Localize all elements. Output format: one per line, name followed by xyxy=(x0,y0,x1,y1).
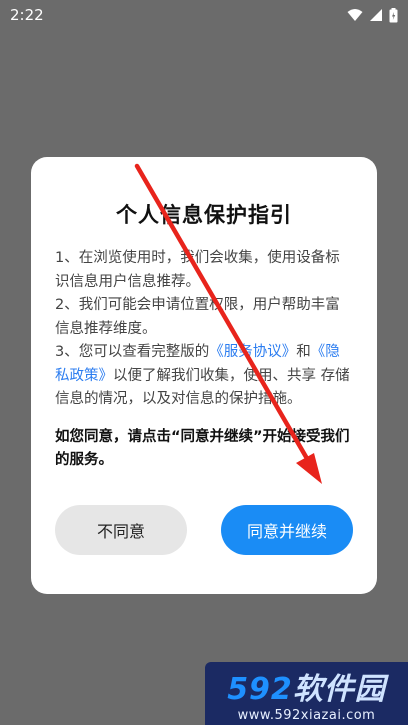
watermark-logo: 592软件园 xyxy=(227,672,386,707)
decline-button[interactable]: 不同意 xyxy=(55,505,187,555)
signal-icon xyxy=(369,8,383,22)
watermark-url: www.592xiazai.com xyxy=(237,708,376,723)
dialog-body: 1、在浏览使用时，我们会收集，使用设备标识信息用户信息推荐。 2、我们可能会申请… xyxy=(55,247,353,412)
wifi-icon xyxy=(347,8,363,22)
policy-item-3-and: 和 xyxy=(296,344,311,360)
status-icons xyxy=(347,7,398,23)
battery-icon xyxy=(389,7,398,23)
agree-continue-button[interactable]: 同意并继续 xyxy=(221,505,353,555)
status-bar: 2:22 xyxy=(0,0,408,30)
status-time: 2:22 xyxy=(10,6,44,24)
policy-item-3: 3、您可以查看完整版的《服务协议》和《隐私政策》以便了解我们收集，使用、共享 存… xyxy=(55,341,353,412)
dialog-buttons: 不同意 同意并继续 xyxy=(55,505,353,555)
site-watermark: 592软件园 www.592xiazai.com xyxy=(205,662,408,725)
policy-item-1: 1、在浏览使用时，我们会收集，使用设备标识信息用户信息推荐。 xyxy=(55,250,340,290)
policy-item-2: 2、我们可能会申请位置权限，用户帮助丰富信息推荐维度。 xyxy=(55,297,340,337)
consent-text: 如您同意，请点击“同意并继续”开始接受我们的服务。 xyxy=(55,428,350,469)
service-agreement-link[interactable]: 《服务协议》 xyxy=(209,344,296,360)
dialog-title: 个人信息保护指引 xyxy=(116,203,292,227)
policy-item-3-prefix: 3、您可以查看完整版的 xyxy=(55,344,210,360)
privacy-dialog: 个人信息保护指引 1、在浏览使用时，我们会收集，使用设备标识信息用户信息推荐。 … xyxy=(31,157,377,594)
